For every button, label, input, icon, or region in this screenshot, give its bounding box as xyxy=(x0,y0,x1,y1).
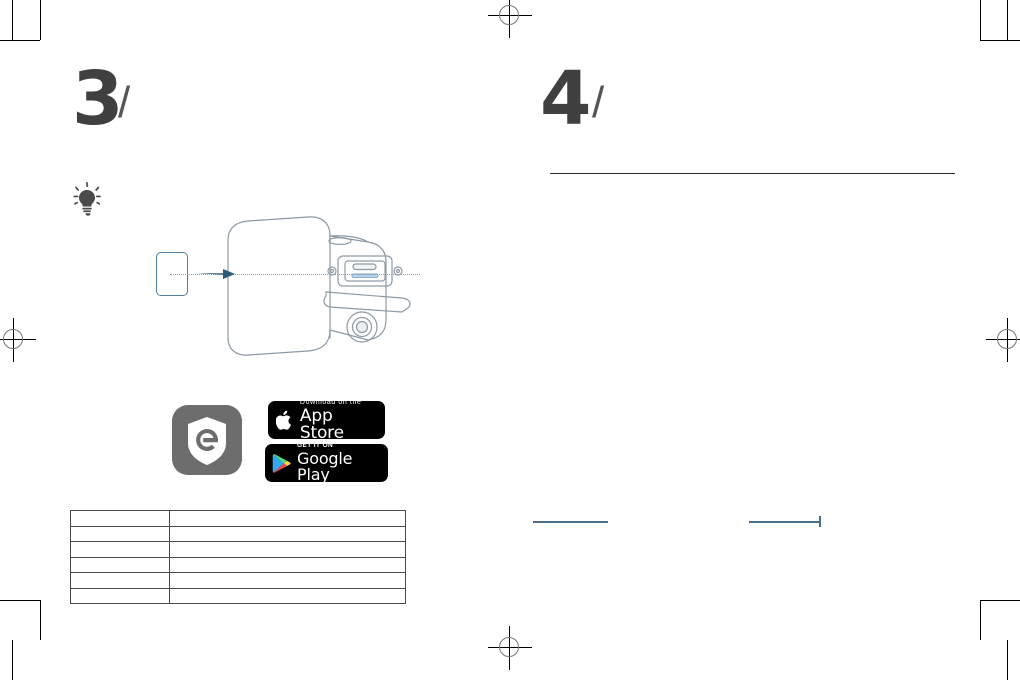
section-divider xyxy=(550,173,955,174)
lightbulb-icon xyxy=(70,182,104,218)
spec-label-cell xyxy=(70,587,170,604)
panel-step-4: 4 / xyxy=(510,0,1020,680)
spec-value-cell xyxy=(169,572,406,589)
google-play-badge[interactable]: GET IT ON Google Play xyxy=(265,442,388,485)
far-range-dimension xyxy=(533,521,608,523)
spec-value-cell xyxy=(169,510,406,527)
app-store-badge-subtitle: Download on the xyxy=(299,398,362,406)
near-range-dimension-cap xyxy=(819,516,821,527)
spec-label-cell xyxy=(70,541,170,558)
step-number-3: 3 xyxy=(72,56,123,142)
manual-page: 3 / Download on the App Store GET IT ON … xyxy=(0,0,1020,680)
panel-step-3: 3 / Download on the App Store GET IT ON … xyxy=(0,0,510,680)
spec-label-cell xyxy=(70,525,170,542)
spec-label-cell xyxy=(70,572,170,589)
apple-logo-icon xyxy=(276,410,291,430)
spec-value-cell xyxy=(169,541,406,558)
app-shield-icon[interactable] xyxy=(172,405,242,475)
table-row xyxy=(70,541,406,558)
step-separator-4: / xyxy=(592,78,605,127)
table-row xyxy=(70,556,406,573)
spec-value-cell xyxy=(169,587,406,604)
step-number-4: 4 xyxy=(540,56,591,142)
app-store-badge[interactable]: Download on the App Store xyxy=(268,398,385,443)
spec-label-cell xyxy=(70,556,170,573)
table-row xyxy=(70,587,406,604)
specification-table xyxy=(70,510,406,604)
spec-value-cell xyxy=(169,556,406,573)
table-row xyxy=(70,510,406,527)
table-row xyxy=(70,572,406,589)
google-play-triangle-icon xyxy=(272,453,291,473)
table-row xyxy=(70,525,406,542)
spec-label-cell xyxy=(70,510,170,527)
step-separator-3: / xyxy=(118,78,131,127)
spec-value-cell xyxy=(169,525,406,542)
app-store-badge-title: App Store xyxy=(299,405,344,443)
google-play-badge-title: Google Play xyxy=(297,449,353,485)
near-range-dimension xyxy=(749,521,821,523)
arrow-right-icon xyxy=(196,267,236,286)
